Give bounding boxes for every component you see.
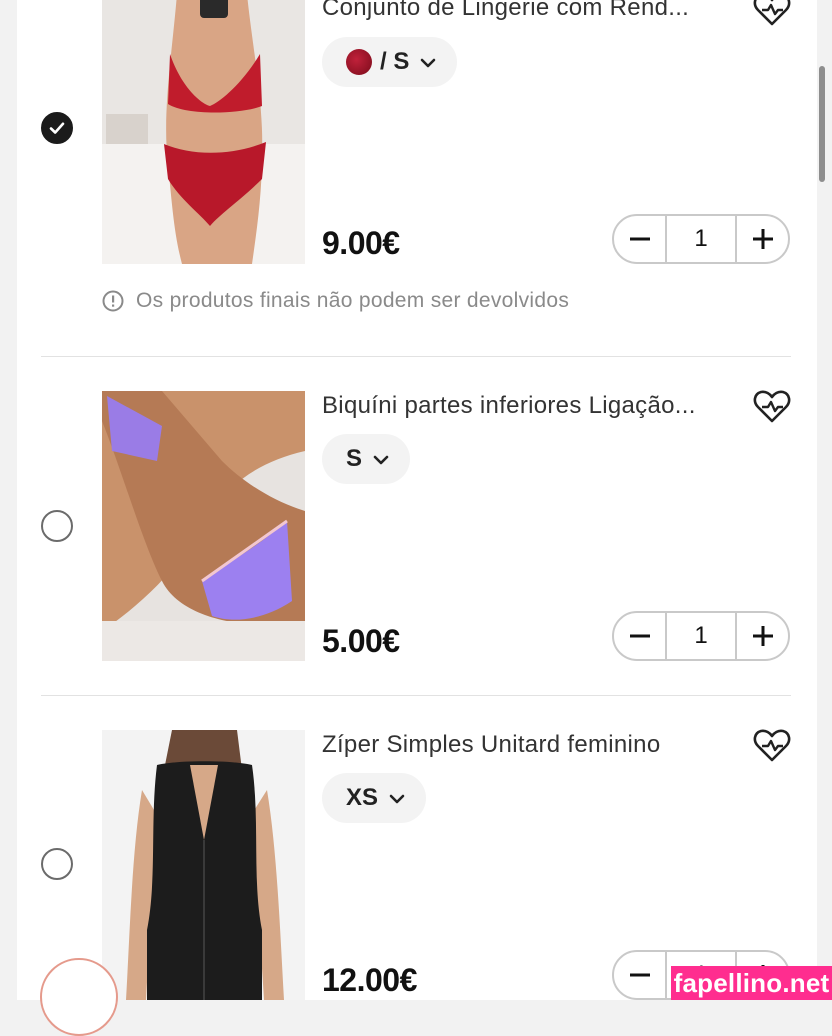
variant-label: XS (346, 784, 379, 811)
plus-icon[interactable] (737, 613, 788, 659)
variant-selector[interactable]: S (322, 434, 411, 484)
product-image-lingerie[interactable] (102, 0, 305, 264)
variant-selector[interactable]: / S (322, 37, 458, 87)
heart-icon[interactable] (752, 728, 792, 764)
product-price: 5.00€ (322, 623, 400, 659)
quantity-stepper: 1 (612, 611, 790, 661)
return-notice-text: Os produtos finais não podem ser devolvi… (136, 289, 570, 312)
item-select-checkbox[interactable] (41, 510, 73, 542)
chevron-down-icon (388, 784, 406, 812)
variant-selector[interactable]: XS (322, 773, 427, 823)
product-image-unitard[interactable] (102, 730, 305, 1000)
plus-icon[interactable] (737, 216, 788, 262)
heart-icon[interactable] (752, 0, 792, 28)
color-swatch (346, 49, 372, 75)
minus-icon[interactable] (614, 952, 665, 998)
divider (41, 356, 791, 357)
product-title[interactable]: Biquíni partes inferiores Ligação... (322, 392, 732, 420)
info-circle-icon (102, 290, 124, 312)
product-price: 12.00€ (322, 962, 417, 998)
checkmark-icon (49, 122, 65, 134)
watermark: fapellino.net (671, 966, 832, 1000)
floating-coupon-button[interactable] (40, 958, 118, 1036)
product-image-bikini[interactable] (102, 391, 305, 661)
minus-icon[interactable] (614, 216, 665, 262)
minus-icon[interactable] (614, 613, 665, 659)
quantity-stepper: 1 (612, 214, 790, 264)
product-title[interactable]: Conjunto de Lingerie com Rend... (322, 0, 732, 22)
product-price: 9.00€ (322, 225, 400, 261)
heart-icon[interactable] (752, 389, 792, 425)
product-title[interactable]: Zíper Simples Unitard feminino (322, 731, 732, 759)
scrollbar[interactable] (819, 66, 825, 182)
chevron-down-icon (372, 445, 390, 473)
divider (41, 695, 791, 696)
chevron-down-icon (419, 48, 437, 76)
item-select-checkbox[interactable] (41, 848, 73, 880)
return-notice: Os produtos finais não podem ser devolvi… (102, 289, 569, 313)
quantity-value[interactable]: 1 (665, 613, 737, 659)
item-select-checkbox[interactable] (41, 112, 73, 144)
quantity-value[interactable]: 1 (665, 216, 737, 262)
variant-label: S (346, 445, 363, 472)
variant-label: / S (380, 48, 410, 75)
